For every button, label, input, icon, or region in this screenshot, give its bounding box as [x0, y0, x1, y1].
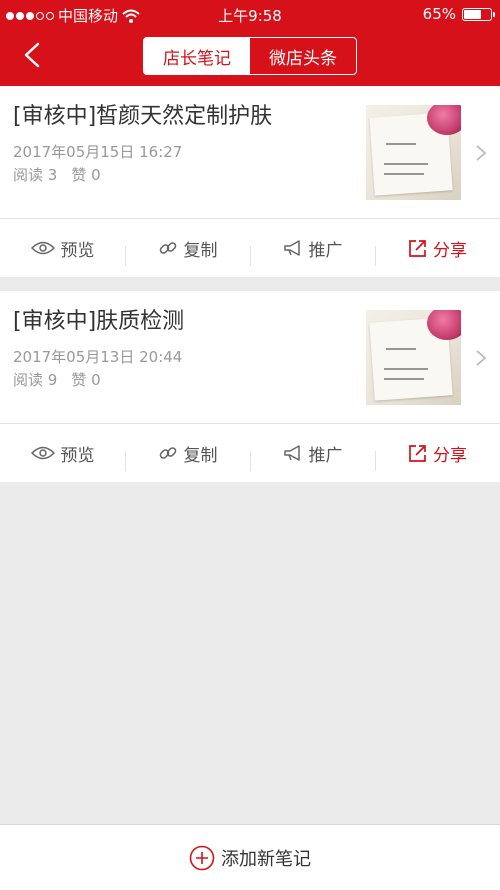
note-actions: 预览 复制 推广 分享	[0, 424, 500, 482]
link-icon	[159, 242, 176, 254]
add-note-label: 添加新笔记	[221, 848, 311, 870]
preview-button[interactable]: 预览	[0, 236, 125, 261]
share-label: 分享	[433, 445, 467, 466]
copy-button[interactable]: 复制	[125, 236, 250, 266]
share-icon	[409, 239, 426, 257]
status-bar: 中国移动 上午9:58 65%	[0, 0, 500, 28]
add-note-button[interactable]: 添加新笔记	[0, 824, 500, 890]
promote-button[interactable]: 推广	[250, 236, 375, 266]
eye-icon	[30, 446, 55, 460]
preview-label: 预览	[60, 445, 95, 466]
promote-button[interactable]: 推广	[250, 441, 375, 471]
copy-label: 复制	[183, 240, 218, 261]
share-label: 分享	[433, 240, 467, 261]
preview-label: 预览	[60, 240, 95, 261]
read-count: 阅读 9	[13, 371, 58, 389]
share-button[interactable]: 分享	[375, 236, 500, 266]
share-icon	[409, 444, 426, 462]
chevron-right-icon	[476, 350, 487, 366]
note-card: [审核中]肤质检测 2017年05月13日 20:44 阅读 9 赞 0 预览 …	[0, 291, 500, 482]
megaphone-icon	[283, 445, 300, 461]
note-date: 2017年05月15日 16:27	[13, 143, 183, 161]
header: 中国移动 上午9:58 65% 店长笔记 微店头条	[0, 0, 500, 86]
note-thumbnail	[366, 310, 461, 405]
note-title: [审核中]肤质检测	[13, 309, 185, 334]
note-stats: 阅读 9 赞 0	[13, 369, 101, 390]
preview-button[interactable]: 预览	[0, 441, 125, 466]
read-count: 阅读 3	[13, 166, 58, 184]
megaphone-icon	[283, 240, 300, 256]
like-count: 赞 0	[71, 371, 101, 389]
like-count: 赞 0	[71, 166, 101, 184]
note-card: [审核中]皙颜天然定制护肤 2017年05月15日 16:27 阅读 3 赞 0…	[0, 86, 500, 277]
promote-label: 推广	[308, 445, 343, 466]
eye-icon	[30, 241, 55, 255]
tab-store-notes[interactable]: 店长笔记	[144, 38, 250, 74]
status-right: 65%	[422, 5, 495, 23]
note-card-body[interactable]: [审核中]皙颜天然定制护肤 2017年05月15日 16:27 阅读 3 赞 0	[0, 86, 500, 219]
note-card-body[interactable]: [审核中]肤质检测 2017年05月13日 20:44 阅读 9 赞 0	[0, 291, 500, 424]
note-stats: 阅读 3 赞 0	[13, 164, 101, 185]
copy-button[interactable]: 复制	[125, 441, 250, 471]
share-button[interactable]: 分享	[375, 441, 500, 471]
link-icon	[159, 447, 176, 459]
back-arrow-icon[interactable]	[18, 40, 48, 70]
tab-store-headlines[interactable]: 微店头条	[250, 38, 356, 74]
battery-percent: 65%	[422, 5, 456, 23]
plus-circle-icon	[189, 845, 215, 870]
tab-switcher: 店长笔记 微店头条	[143, 37, 357, 75]
promote-label: 推广	[308, 240, 343, 261]
note-title: [审核中]皙颜天然定制护肤	[13, 104, 273, 129]
battery-icon	[462, 7, 495, 21]
note-thumbnail	[366, 105, 461, 200]
note-actions: 预览 复制 推广 分享	[0, 219, 500, 277]
copy-label: 复制	[183, 445, 218, 466]
chevron-right-icon	[476, 145, 487, 161]
note-date: 2017年05月13日 20:44	[13, 348, 183, 366]
